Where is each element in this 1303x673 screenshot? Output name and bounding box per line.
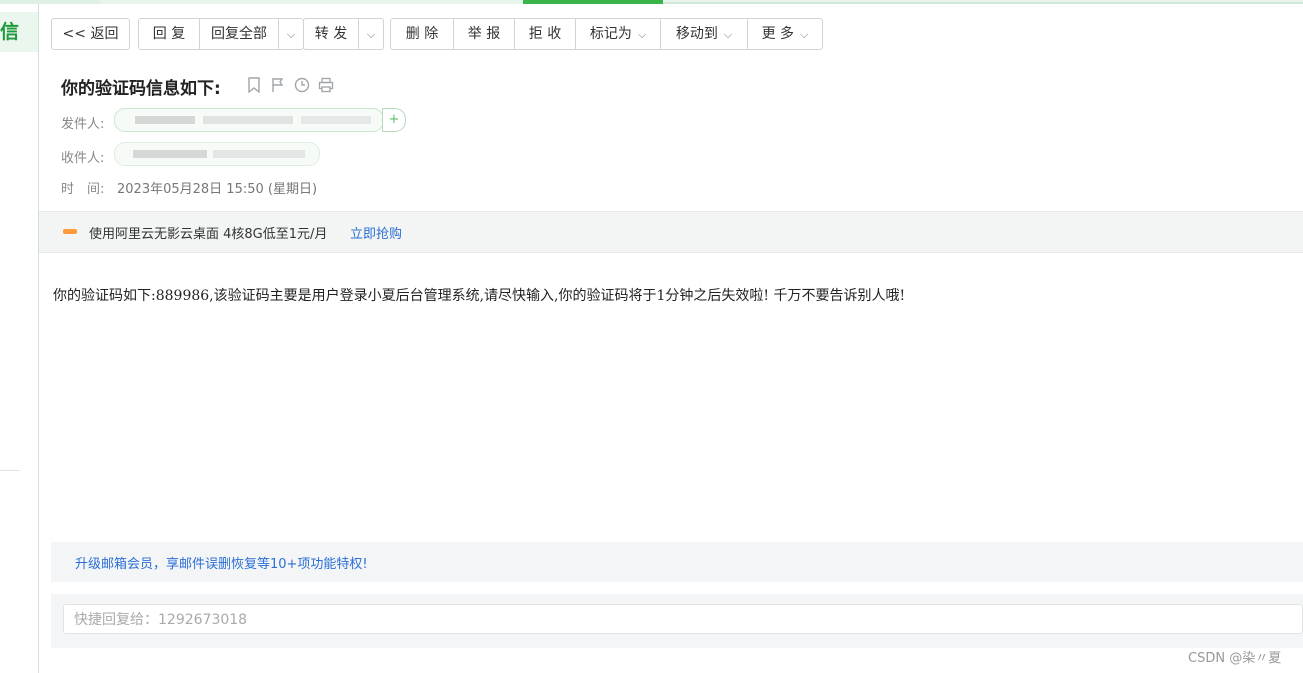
delete-button[interactable]: 删 除 [390, 18, 454, 50]
more-dropdown[interactable]: 更 多 ⌵ [747, 18, 823, 50]
redacted-text [301, 116, 371, 124]
recipient-label: 收件人: [61, 151, 105, 166]
chevron-down-icon: ⌵ [366, 28, 376, 41]
quick-reply-input[interactable]: 快捷回复给：1292673018 [63, 604, 1303, 634]
mark-as-label: 标记为 [589, 26, 632, 42]
ad-buy-link[interactable]: 立即抢购 [350, 223, 402, 242]
aliyun-logo-icon [63, 229, 77, 234]
move-to-label: 移动到 [675, 26, 718, 42]
sender-label: 发件人: [61, 117, 105, 132]
tab-underline [663, 2, 1303, 4]
time-label: 时 间: [61, 182, 105, 197]
subject-actions [246, 77, 334, 95]
redacted-text [203, 116, 293, 124]
sender-chip[interactable] [114, 108, 384, 132]
upgrade-banner: 升级邮箱会员，享邮件误删恢复等10+项功能特权! [51, 542, 1303, 582]
move-to-dropdown[interactable]: 移动到 ⌵ [660, 18, 748, 50]
mail-body: 你的验证码如下:889986,该验证码主要是用户登录小夏后台管理系统,请尽快输入… [53, 288, 906, 304]
report-button[interactable]: 举 报 [453, 18, 515, 50]
ad-banner: 使用阿里云无影云桌面 4核8G低至1元/月 立即抢购 [39, 211, 1303, 253]
reply-button[interactable]: 回 复 [138, 18, 200, 50]
bookmark-icon[interactable] [246, 77, 262, 94]
chevron-down-icon: ⌵ [800, 28, 809, 41]
mark-as-dropdown[interactable]: 标记为 ⌵ [575, 18, 661, 50]
reject-button[interactable]: 拒 收 [514, 18, 576, 50]
active-tab-indicator [523, 0, 663, 4]
reply-options-dropdown[interactable]: ⌵ [278, 18, 304, 50]
top-tab-strip [0, 0, 1303, 4]
redacted-text [213, 150, 305, 158]
forward-options-dropdown[interactable]: ⌵ [358, 18, 384, 50]
chevron-down-icon: ⌵ [723, 28, 733, 41]
recipient-chip[interactable] [114, 142, 320, 166]
left-nav: 信 [0, 4, 39, 673]
back-button[interactable]: << 返回 [51, 18, 130, 50]
chevron-down-icon: ⌵ [637, 28, 647, 41]
redacted-text [135, 116, 195, 124]
add-contact-button[interactable]: + [382, 108, 406, 132]
ad-text: 使用阿里云无影云桌面 4核8G低至1元/月 [89, 227, 328, 242]
quick-reply-area: 快捷回复给：1292673018 [51, 594, 1303, 648]
watermark: CSDN @染〃夏 [1188, 651, 1282, 666]
mail-subject: 你的验证码信息如下: [61, 79, 221, 99]
inbox-nav-item[interactable]: 信 [0, 12, 38, 52]
chevron-down-icon: ⌵ [286, 28, 296, 41]
reply-all-button[interactable]: 回复全部 [199, 18, 279, 50]
sent-time: 2023年05月28日 15:50 (星期日) [117, 182, 318, 197]
more-label: 更 多 [761, 26, 795, 42]
plus-icon: + [388, 112, 400, 127]
forward-button[interactable]: 转 发 [303, 18, 359, 50]
tab-indicator [243, 0, 383, 4]
redacted-text [133, 150, 207, 158]
print-icon[interactable] [318, 77, 334, 93]
clock-icon[interactable] [294, 77, 310, 93]
upgrade-link[interactable]: 升级邮箱会员，享邮件误删恢复等10+项功能特权! [75, 553, 368, 572]
nav-divider [0, 470, 20, 471]
flag-icon[interactable] [270, 77, 286, 93]
